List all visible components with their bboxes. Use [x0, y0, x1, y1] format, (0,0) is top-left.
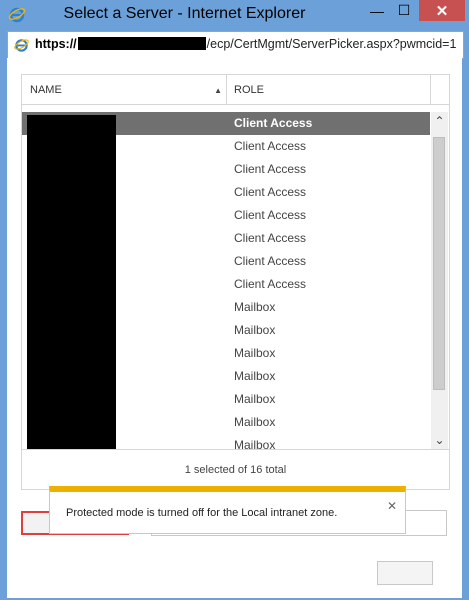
notification-text: Protected mode is turned off for the Loc…	[66, 507, 338, 519]
role-cell: Client Access	[234, 208, 307, 222]
role-cell: Mailbox	[234, 415, 276, 429]
role-cell: Mailbox	[234, 323, 276, 337]
vertical-scrollbar[interactable]: ⌃ ⌄	[431, 112, 448, 449]
role-cell: Client Access	[234, 116, 313, 130]
column-header-role-label: ROLE	[234, 84, 264, 96]
role-cell: Mailbox	[234, 300, 276, 314]
url-scheme: https://	[35, 37, 77, 51]
role-cell: Client Access	[234, 277, 307, 291]
server-grid: NAME ▲ ROLE Client Access Client Access …	[21, 74, 450, 490]
column-header-name-label: NAME	[30, 84, 62, 96]
ie-page-icon	[14, 39, 29, 52]
maximize-button[interactable]: ☐	[391, 0, 417, 21]
redacted-host	[77, 37, 206, 50]
address-bar[interactable]: https:// /ecp/CertMgmt/ServerPicker.aspx?…	[7, 31, 464, 59]
url-path: /ecp/CertMgmt/ServerPicker.aspx?pwmcid=1…	[206, 37, 457, 51]
redacted-server-names	[27, 115, 116, 449]
role-cell: Client Access	[234, 139, 307, 153]
role-cell: Client Access	[234, 162, 307, 176]
role-cell: Client Access	[234, 254, 307, 268]
scroll-up-icon[interactable]: ⌃	[431, 114, 448, 128]
grid-header: NAME ▲ ROLE	[22, 75, 449, 105]
role-cell: Mailbox	[234, 369, 276, 383]
role-cell: Client Access	[234, 231, 307, 245]
sort-asc-icon: ▲	[214, 86, 222, 95]
selection-count: 1 selected of 16 total	[22, 449, 449, 490]
role-cell: Mailbox	[234, 346, 276, 360]
window-title: Select a Server - Internet Explorer	[63, 5, 306, 22]
close-button[interactable]: ✕	[419, 0, 465, 21]
ok-button[interactable]	[377, 561, 433, 585]
column-header-role[interactable]: ROLE	[227, 75, 431, 104]
scroll-thumb[interactable]	[433, 137, 445, 390]
title-bar: Select a Server - Internet Explorer — ☐ …	[0, 0, 469, 31]
url-text: https:// /ecp/CertMgmt/ServerPicker.aspx?…	[35, 37, 457, 51]
column-header-name[interactable]: NAME ▲	[22, 75, 227, 104]
role-cell: Mailbox	[234, 392, 276, 406]
close-icon[interactable]: ✕	[387, 499, 397, 513]
minimize-button[interactable]: —	[364, 0, 390, 21]
scroll-down-icon[interactable]: ⌄	[431, 433, 448, 447]
role-cell: Mailbox	[234, 438, 276, 449]
role-cell: Client Access	[234, 185, 307, 199]
protected-mode-notification: Protected mode is turned off for the Loc…	[49, 486, 406, 534]
